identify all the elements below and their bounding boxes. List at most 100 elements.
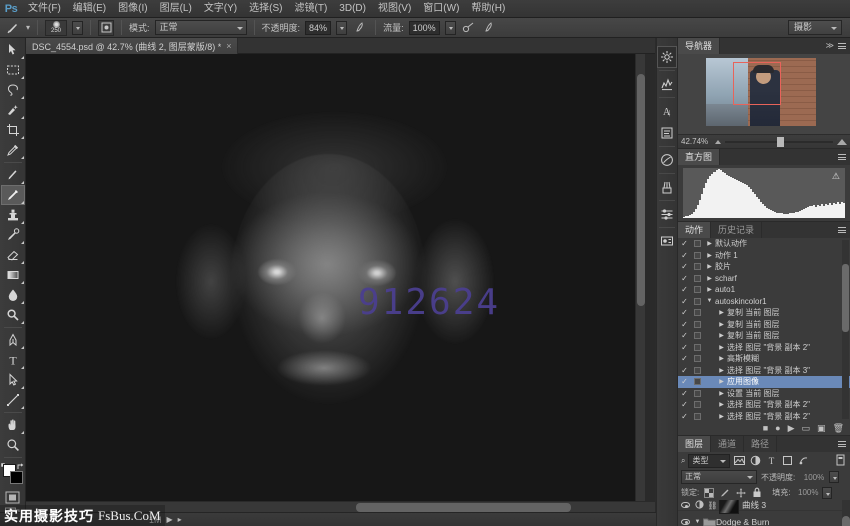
menu-item-2[interactable]: 图像(I) — [112, 0, 153, 18]
action-dialog-toggle[interactable] — [691, 413, 704, 420]
history-brush-tool[interactable] — [1, 225, 25, 245]
action-dialog-toggle[interactable] — [691, 401, 704, 408]
action-enabled-checkbox[interactable]: ✓ — [678, 285, 691, 294]
zoom-tool[interactable] — [1, 435, 25, 455]
gradient-tool[interactable] — [1, 265, 25, 285]
layer-row[interactable]: ⛓曲线 3 — [678, 500, 850, 511]
mask-link-icon[interactable]: ⛓ — [706, 501, 719, 510]
document-image[interactable]: 912624 POCO 摄影专题 http://photo.poco.cn/ — [26, 54, 645, 501]
pressure-opacity-icon[interactable] — [352, 20, 368, 36]
adjustment-filter-icon[interactable] — [749, 454, 762, 467]
history-panel-icon[interactable] — [657, 46, 677, 68]
layers-scroll-thumb[interactable] — [842, 516, 850, 526]
action-enabled-checkbox[interactable]: ✓ — [678, 343, 691, 352]
blur-tool[interactable] — [1, 285, 25, 305]
canvas-vertical-scrollbar[interactable] — [635, 54, 645, 501]
type-filter-icon[interactable]: T — [765, 454, 778, 467]
action-expand-arrow-icon[interactable]: ▶ — [716, 332, 727, 339]
navigator-zoom-slider-knob[interactable] — [777, 137, 784, 147]
action-dialog-toggle[interactable] — [691, 298, 704, 305]
airbrush-icon[interactable] — [461, 20, 477, 36]
action-row[interactable]: ✓▶高斯模糊 — [678, 353, 850, 365]
layer-visibility-eye-icon[interactable] — [678, 502, 693, 508]
adjustments-panel-icon[interactable] — [657, 73, 677, 95]
action-expand-arrow-icon[interactable]: ▶ — [704, 240, 715, 247]
layer-filter-kind-select[interactable]: 类型 — [688, 454, 730, 468]
marquee-tool[interactable] — [1, 60, 25, 80]
action-dialog-toggle[interactable] — [691, 263, 704, 270]
flow-input[interactable]: 100% — [409, 21, 440, 35]
tab-navigator[interactable]: 导航器 — [678, 38, 720, 54]
lock-position-icon[interactable] — [734, 486, 747, 499]
action-expand-arrow-icon[interactable]: ▶ — [716, 413, 727, 420]
stop-action-button[interactable]: ■ — [763, 423, 768, 433]
brush-tool[interactable] — [1, 185, 25, 205]
action-row[interactable]: ✓▶动作 1 — [678, 250, 850, 262]
action-enabled-checkbox[interactable]: ✓ — [678, 262, 691, 271]
blend-mode-select[interactable]: 正常 — [155, 20, 247, 35]
close-icon[interactable]: × — [226, 41, 231, 51]
action-row[interactable]: ✓▶复制 当前 图层 — [678, 319, 850, 331]
action-dialog-toggle[interactable] — [691, 367, 704, 374]
shape-filter-icon[interactable] — [781, 454, 794, 467]
action-enabled-checkbox[interactable]: ✓ — [678, 354, 691, 363]
zoom-out-icon[interactable] — [715, 140, 721, 144]
brush-tool-options-icon[interactable] — [5, 20, 21, 36]
actions-scroll-thumb[interactable] — [842, 264, 849, 332]
pen-tool[interactable] — [1, 330, 25, 350]
menu-item-1[interactable]: 编辑(E) — [67, 0, 112, 18]
navigator-zoom-slider[interactable] — [725, 141, 833, 143]
action-row[interactable]: ✓▶应用图像 — [678, 376, 850, 388]
navigator-zoom-value[interactable]: 42.74% — [681, 137, 711, 146]
record-action-button[interactable]: ● — [775, 423, 780, 433]
new-action-set-button[interactable]: ▭ — [802, 423, 811, 434]
action-enabled-checkbox[interactable]: ✓ — [678, 320, 691, 329]
swap-colors-icon[interactable] — [17, 463, 25, 471]
opacity-input[interactable]: 84% — [305, 21, 331, 35]
info-panel-icon[interactable] — [657, 230, 677, 252]
flow-dropdown-arrow[interactable] — [445, 21, 456, 35]
action-dialog-toggle[interactable] — [691, 344, 704, 351]
brush-presets-panel-icon[interactable] — [657, 176, 677, 198]
action-row[interactable]: ✓▶选择 图层 "背景 副本 3" — [678, 365, 850, 377]
action-expand-arrow-icon[interactable]: ▶ — [704, 275, 715, 282]
action-expand-arrow-icon[interactable]: ▶ — [704, 286, 715, 293]
action-expand-arrow-icon[interactable]: ▶ — [716, 367, 727, 374]
layer-fill-arrow[interactable] — [822, 487, 832, 499]
action-dialog-toggle[interactable] — [691, 321, 704, 328]
status-play-icon[interactable]: ▶ — [167, 515, 173, 524]
eyedropper-tool[interactable] — [1, 140, 25, 160]
layer-row[interactable]: ▼Dodge & Burn — [678, 511, 850, 526]
action-dialog-toggle[interactable] — [691, 240, 704, 247]
navigator-panel-menu-icon[interactable] — [836, 40, 848, 52]
action-expand-arrow-icon[interactable]: ▶ — [716, 378, 727, 385]
action-row[interactable]: ✓▶选择 图层 "背景 副本 2" — [678, 399, 850, 411]
action-row[interactable]: ✓▶复制 当前 图层 — [678, 330, 850, 342]
dodge-tool[interactable] — [1, 305, 25, 325]
lock-image-icon[interactable] — [718, 486, 731, 499]
layer-fill-value[interactable]: 100% — [793, 487, 819, 498]
zoom-in-icon[interactable] — [837, 139, 847, 145]
filter-search-icon[interactable]: ⌕ — [681, 456, 685, 466]
paragraph-panel-icon[interactable] — [657, 122, 677, 144]
smart-object-filter-icon[interactable] — [797, 454, 810, 467]
menu-item-9[interactable]: 窗口(W) — [417, 0, 465, 18]
action-enabled-checkbox[interactable]: ✓ — [678, 297, 691, 306]
quick-selection-tool[interactable] — [1, 100, 25, 120]
menu-item-10[interactable]: 帮助(H) — [465, 0, 511, 18]
background-color-swatch[interactable] — [10, 471, 23, 484]
action-dialog-toggle[interactable] — [691, 286, 704, 293]
workspace-switcher-button[interactable]: 摄影 — [788, 20, 842, 35]
action-enabled-checkbox[interactable]: ✓ — [678, 308, 691, 317]
actions-panel-menu-icon[interactable] — [836, 224, 848, 236]
action-row[interactable]: ✓▶scharf — [678, 273, 850, 285]
document-tab[interactable]: DSC_4554.psd @ 42.7% (曲线 2, 图层蒙版/8) * × — [26, 38, 238, 54]
action-row[interactable]: ✓▶默认动作 — [678, 238, 850, 250]
crop-tool[interactable] — [1, 120, 25, 140]
action-dialog-toggle[interactable] — [691, 378, 704, 385]
action-enabled-checkbox[interactable]: ✓ — [678, 412, 691, 421]
quick-mask-mode-icon[interactable] — [5, 491, 20, 504]
action-enabled-checkbox[interactable]: ✓ — [678, 274, 691, 283]
delete-action-button[interactable]: 🗑 — [833, 423, 844, 434]
action-row[interactable]: ✓▶设置 当前 图层 — [678, 388, 850, 400]
